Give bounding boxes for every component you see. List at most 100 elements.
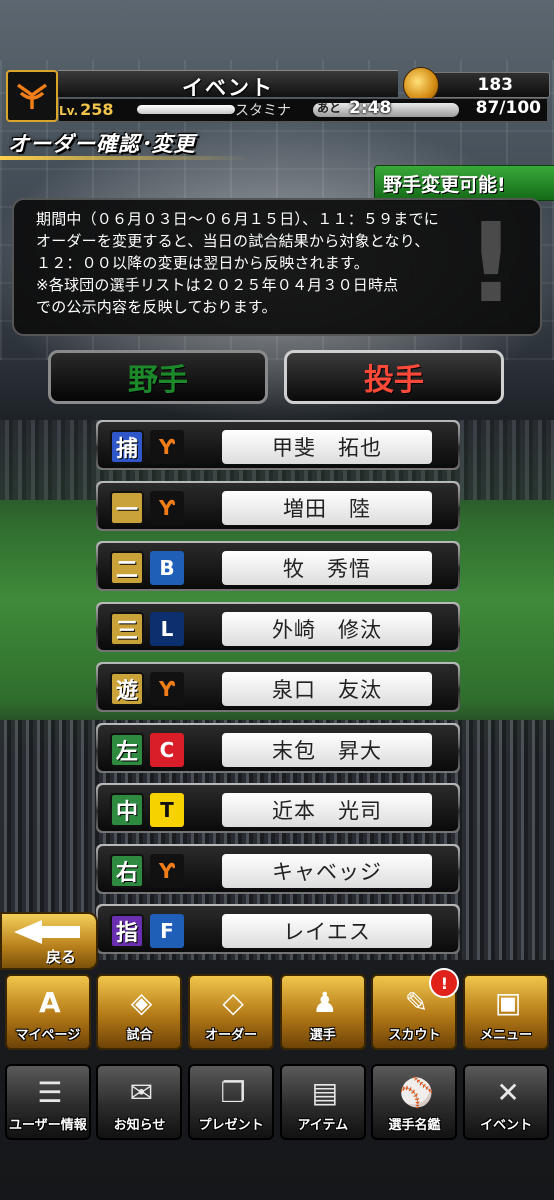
- level-value: 258: [80, 100, 114, 119]
- back-button-label: 戻る: [46, 948, 77, 966]
- position-badge: 中: [110, 793, 144, 827]
- item-icon: ▤: [311, 1075, 339, 1109]
- position-badge: 二: [110, 551, 144, 585]
- menu-button-scout[interactable]: ✎ スカウト!: [371, 968, 460, 1050]
- menu-label: メニュー: [480, 1028, 533, 1043]
- notification-badge: !: [429, 968, 460, 998]
- tigers-logo-icon: T: [150, 793, 184, 827]
- event-icon: ✕: [496, 1075, 520, 1109]
- giants-logo-icon: [16, 83, 48, 109]
- back-arrow-icon: [14, 920, 42, 944]
- coin-value: 183: [477, 75, 514, 95]
- menu-button-present[interactable]: ❐ プレゼント: [188, 1064, 275, 1140]
- menu-label: 選手: [309, 1028, 336, 1043]
- menu-label: 選手名鑑: [388, 1118, 441, 1133]
- notice-line: 期間中（０６月０３日〜０６月１５日）、１１：５９までに: [36, 210, 439, 228]
- giants-logo-icon: Ƴ: [150, 490, 184, 525]
- user-info-icon: ☰: [37, 1075, 63, 1109]
- title-bar: イベント: [58, 70, 398, 100]
- lineup-row[interactable]: 一 Ƴ 増田 陸: [96, 480, 460, 531]
- player-name: 牧 秀悟: [222, 551, 432, 585]
- player-name: 甲斐 拓也: [222, 430, 432, 464]
- lineup-row-body: 遊 Ƴ 泉口 友汰: [98, 664, 458, 710]
- notice-line: ※各球団の選手リストは２０２５年０４月３０日時点: [36, 276, 399, 294]
- position-badge: 三: [110, 611, 144, 646]
- lineup-row[interactable]: 左 C 末包 昇大: [96, 722, 460, 773]
- lineup-row[interactable]: 指 F レイエス: [96, 904, 460, 954]
- status-badge-label: 野手変更可能!: [383, 174, 506, 196]
- menu-label: 試合: [126, 1028, 153, 1043]
- player-name: 外崎 修汰: [222, 611, 432, 646]
- lineup-row-body: 二B 牧 秀悟: [98, 543, 458, 589]
- main-menu: A マイページ ◈ 試合 ◇ オーダー ♟ 選手 ✎ スカウト! ▣ メニュー: [0, 968, 554, 1054]
- menu-button-stadium[interactable]: ◈ 試合: [96, 974, 183, 1050]
- header-bar: イベント 183 Lv. 258 スタミナ あと 2:48 87/100: [0, 66, 554, 122]
- menu-button-player[interactable]: ♟ 選手: [279, 974, 366, 1050]
- position-badge: 遊: [110, 672, 144, 706]
- level-display: Lv. 258: [59, 100, 113, 119]
- lineup-row-body: 三 L 外崎 修汰: [98, 603, 458, 650]
- position-badge: 右: [110, 853, 144, 888]
- lineup-row[interactable]: 遊 Ƴ 泉口 友汰: [96, 662, 460, 712]
- field-order-icon: ◇: [222, 985, 244, 1019]
- notice-line: １２：００以降の変更は翌日から反映されます。: [36, 254, 369, 272]
- stamina-label: スタミナ: [235, 103, 291, 119]
- notice-icon: ✉: [129, 1075, 154, 1109]
- player-guide-icon: ⚾: [399, 1075, 434, 1109]
- menu-button-notice[interactable]: ✉ お知らせ: [96, 1064, 183, 1140]
- lineup-row-body: 中 T 近本 光司: [98, 785, 458, 831]
- mypage-icon: A: [38, 985, 61, 1019]
- player-name: レイエス: [222, 914, 432, 948]
- lineup-row[interactable]: 二B 牧 秀悟: [96, 541, 460, 591]
- position-badge: 指: [110, 914, 144, 948]
- lineup-row[interactable]: 三 L 外崎 修汰: [96, 601, 460, 652]
- menu-button-player-guide[interactable]: ⚾ 選手名鑑: [371, 1064, 458, 1140]
- page-title: オーダー確認･変更: [8, 132, 196, 156]
- menu-label: プレゼント: [198, 1118, 264, 1133]
- player-name: キャベッジ: [222, 853, 432, 888]
- level-prefix: Lv.: [59, 104, 79, 118]
- coin-counter[interactable]: 183: [403, 67, 550, 103]
- giants-logo-icon: Ƴ: [150, 430, 184, 464]
- tab-fielder[interactable]: 野手: [48, 350, 268, 404]
- menu-label: マイページ: [15, 1028, 81, 1043]
- player-name: 末包 昇大: [222, 732, 432, 767]
- status-bar: Lv. 258 スタミナ あと 2:48 87/100: [58, 98, 548, 122]
- menu-icon: ▣: [494, 985, 522, 1019]
- menu-label: スカウト: [388, 1028, 441, 1043]
- menu-label: お知らせ: [113, 1118, 166, 1133]
- lineup-row-body: 指 F レイエス: [98, 906, 458, 952]
- player-name: 泉口 友汰: [222, 672, 432, 706]
- menu-label: ユーザー情報: [8, 1118, 87, 1133]
- player-icon: ♟: [312, 985, 338, 1019]
- sub-menu: ☰ ユーザー情報 ✉ お知らせ ❐ プレゼント ▤ アイテム ⚾ 選手名鑑 ✕ イベント: [0, 1064, 554, 1144]
- lineup-row-body: 左 C 末包 昇大: [98, 724, 458, 771]
- position-badge: 一: [110, 490, 144, 525]
- lineup-row-body: 一 Ƴ 増田 陸: [98, 482, 458, 529]
- lineup-row[interactable]: 中 T 近本 光司: [96, 783, 460, 833]
- lineup-row[interactable]: 右 Ƴ キャベッジ: [96, 843, 460, 894]
- notice-line: での公示内容を反映しております。: [36, 298, 277, 316]
- menu-button-menu[interactable]: ▣ メニュー: [463, 974, 550, 1050]
- menu-button-event[interactable]: ✕ イベント: [463, 1064, 550, 1140]
- fighters-logo-icon: F: [150, 914, 184, 948]
- menu-label: アイテム: [297, 1118, 349, 1133]
- giants-logo-icon: Ƴ: [150, 672, 184, 706]
- recover-timer: 2:48: [349, 98, 392, 118]
- present-icon: ❐: [220, 1075, 246, 1109]
- tab-pitcher[interactable]: 投手: [284, 350, 504, 404]
- status-badge: 野手変更可能!: [374, 165, 554, 201]
- team-logo-icon[interactable]: [6, 70, 58, 122]
- lineup-row-body: 捕 Ƴ 甲斐 拓也: [98, 422, 458, 468]
- menu-button-item[interactable]: ▤ アイテム: [279, 1064, 366, 1140]
- back-button[interactable]: 戻る: [0, 912, 98, 970]
- notice-panel: ! 期間中（０６月０３日〜０６月１５日）、１１：５９までに オーダーを変更すると…: [12, 198, 542, 336]
- lineup-row[interactable]: 捕 Ƴ 甲斐 拓也: [96, 420, 460, 470]
- menu-label: オーダー: [205, 1028, 258, 1043]
- menu-button-mypage[interactable]: A マイページ: [4, 974, 91, 1050]
- stamina-value: 87/100: [475, 98, 541, 118]
- lineup-row-body: 右 Ƴ キャベッジ: [98, 845, 458, 892]
- menu-button-user-info[interactable]: ☰ ユーザー情報: [4, 1064, 91, 1140]
- player-name: 近本 光司: [222, 793, 432, 827]
- menu-button-field-order[interactable]: ◇ オーダー: [188, 974, 275, 1050]
